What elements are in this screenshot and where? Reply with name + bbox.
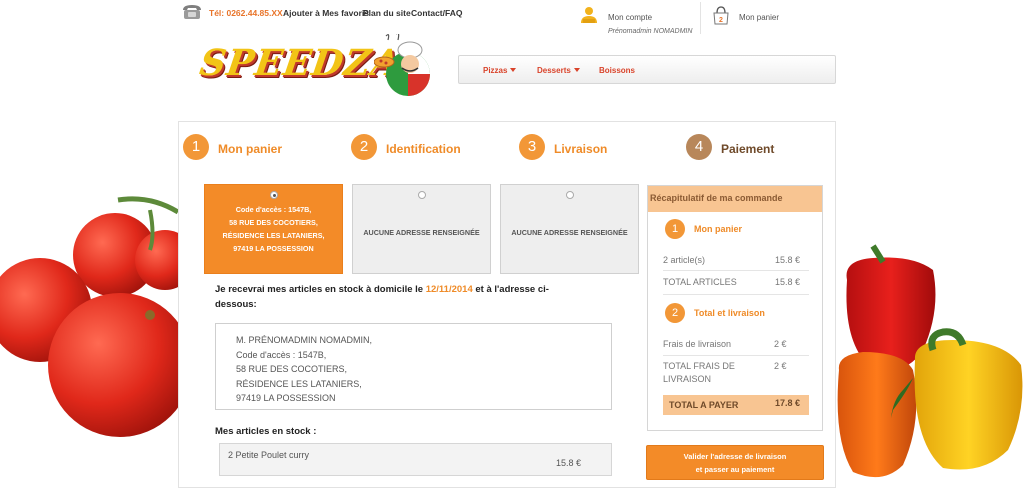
account-icon[interactable] — [580, 6, 598, 24]
delivery-date: 12/11/2014 — [425, 284, 473, 295]
site-logo[interactable]: SPEEDZA — [197, 34, 440, 104]
phone-number: Tél: 0262.44.85.XX — [209, 8, 283, 18]
order-summary: Récapitulatif de ma commande 1 Mon panie… — [647, 185, 823, 431]
cart-link[interactable]: Mon panier — [739, 13, 779, 22]
address-line: 58 RUE DES COCOTIERS, — [236, 364, 348, 374]
address-line: M. PRÉNOMADMIN NOMADMIN, — [236, 335, 372, 345]
summary-label: Frais de livraison — [663, 339, 732, 349]
address-line: 97419 LA POSSESSION — [233, 244, 314, 253]
nav-desserts-label: Desserts — [537, 66, 571, 75]
address-card-empty[interactable]: AUCUNE ADRESSE RENSEIGNÉE — [500, 184, 639, 274]
address-line: Code d'accès : 1547B, — [235, 205, 312, 214]
cart-count: 2 — [719, 17, 723, 24]
account-username: Prénomadmin NOMADMIN — [608, 28, 693, 35]
summary-value: 15.8 € — [775, 255, 801, 265]
summary-label: TOTAL ARTICLES — [663, 277, 737, 287]
summary-value: 15.8 € — [775, 277, 801, 287]
tomatoes-image — [0, 196, 180, 437]
delivery-text: Je recevrai mes articles en stock à domi… — [215, 284, 426, 295]
logo-text: SPEEDZA — [197, 42, 404, 84]
summary-fees-row: Frais de livraison 2 € — [663, 338, 809, 351]
address-line: Code d'accès : 1547B, — [236, 349, 327, 360]
account-link[interactable]: Mon compte — [608, 13, 652, 22]
summary-value: 2 € — [774, 339, 787, 349]
nav-pizzas[interactable]: Pizzas — [483, 66, 517, 75]
cart-icon[interactable]: 2 — [713, 5, 729, 25]
grand-total-value: 17.8 € — [775, 398, 801, 408]
summary-label: TOTAL FRAIS DE LIVRAISON — [663, 361, 735, 384]
summary-section-number: 2 — [665, 303, 685, 323]
step-number: 4 — [686, 134, 712, 160]
summary-section-title: Mon panier — [694, 224, 743, 234]
address-card-text: AUCUNE ADRESSE RENSEIGNÉE — [511, 228, 628, 237]
nav-desserts[interactable]: Desserts — [537, 66, 580, 75]
button-label: et passer au paiement — [695, 465, 775, 474]
divider — [663, 294, 809, 295]
address-card-text: AUCUNE ADRESSE RENSEIGNÉE — [363, 228, 480, 237]
step-number: 2 — [351, 134, 377, 160]
address-card-text: Code d'accès : 1547B, 58 RUE DES COCOTIE… — [209, 203, 338, 255]
nav-boissons[interactable]: Boissons — [599, 66, 635, 75]
chevron-down-icon — [510, 68, 517, 72]
stock-item-price: 15.8 € — [555, 458, 581, 468]
main-nav: Pizzas Desserts Boissons — [458, 55, 836, 84]
step-label: Identification — [386, 142, 461, 156]
delivery-address-box: M. PRÉNOMADMIN NOMADMIN, Code d'accès : … — [215, 323, 612, 410]
grand-total-label: TOTAL A PAYER — [669, 400, 739, 410]
peppers-image — [837, 244, 1023, 478]
stock-item-name: 2 Petite Poulet curry — [228, 450, 310, 460]
top-bar: Tél: 0262.44.85.XX Ajouter à Mes favoris… — [0, 0, 1024, 35]
sitemap-link[interactable]: Plan du site — [363, 8, 411, 18]
validate-address-button[interactable]: Valider l'adresse de livraison et passer… — [646, 445, 824, 480]
divider — [663, 355, 809, 356]
step-label: Paiement — [721, 142, 775, 156]
address-line: 97419 LA POSSESSION — [236, 393, 336, 403]
address-card-selected[interactable]: Code d'accès : 1547B, 58 RUE DES COCOTIE… — [204, 184, 343, 274]
summary-label: 2 article(s) — [663, 255, 706, 265]
chef-icon — [374, 34, 430, 96]
step-label: Mon panier — [218, 142, 283, 156]
nav-pizzas-label: Pizzas — [483, 66, 508, 75]
summary-title: Récapitulatif de ma commande — [648, 186, 822, 212]
summary-articles-row: 2 article(s) 15.8 € — [663, 254, 809, 267]
address-radio[interactable] — [270, 191, 278, 199]
step-number: 3 — [519, 134, 545, 160]
summary-section-title: Total et livraison — [694, 308, 765, 318]
address-radio[interactable] — [418, 191, 426, 199]
topbar-divider — [700, 2, 701, 34]
add-favorites-link[interactable]: Ajouter à Mes favoris — [283, 8, 369, 18]
address-line: 58 RUE DES COCOTIERS, — [229, 218, 318, 227]
stock-item: 2 Petite Poulet curry 15.8 € — [219, 443, 612, 476]
contact-faq-link[interactable]: Contact/FAQ — [411, 8, 462, 18]
summary-total-articles-row: TOTAL ARTICLES 15.8 € — [663, 276, 809, 289]
chevron-down-icon — [573, 68, 580, 72]
grand-total-row: TOTAL A PAYER 17.8 € — [663, 395, 809, 415]
divider — [663, 270, 809, 271]
phone-icon — [183, 5, 201, 19]
summary-total-fees-row: TOTAL FRAIS DE LIVRAISON 2 € — [663, 360, 809, 386]
address-line: RÉSIDENCE LES LATANIERS, — [236, 378, 362, 389]
summary-value: 2 € — [774, 361, 787, 371]
address-card-empty[interactable]: AUCUNE ADRESSE RENSEIGNÉE — [352, 184, 491, 274]
delivery-info: Je recevrai mes articles en stock à domi… — [215, 282, 575, 312]
stock-title: Mes articles en stock : — [215, 426, 317, 437]
address-line: RÉSIDENCE LES LATANIERS, — [222, 231, 325, 240]
step-label: Livraison — [554, 142, 608, 156]
button-label: Valider l'adresse de livraison — [683, 452, 787, 461]
address-radio[interactable] — [566, 191, 574, 199]
summary-section-number: 1 — [665, 219, 685, 239]
step-number: 1 — [183, 134, 209, 160]
